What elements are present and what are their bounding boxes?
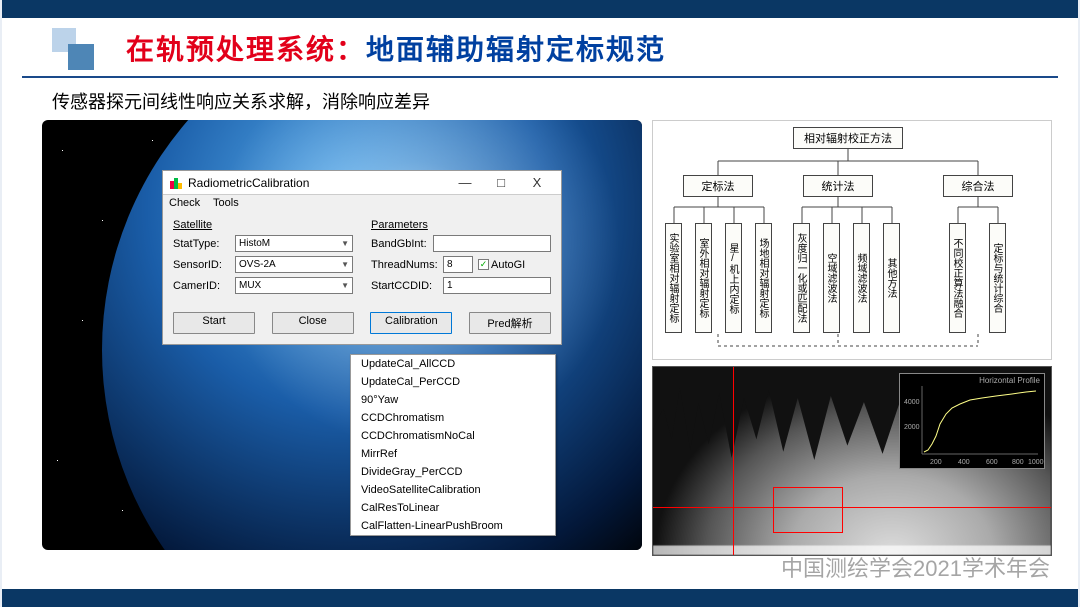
sensorid-combo[interactable]: OVS-2A▼ [235, 256, 353, 273]
title-red: 在轨预处理系统： [126, 34, 366, 65]
threadnums-input[interactable]: 8 [443, 256, 473, 273]
screenshot-area: RadiometricCalibration — □ X Check Tools… [42, 120, 642, 550]
diagram-category: 综合法 [943, 175, 1013, 197]
menu-item[interactable]: DivideGray_PerCCD [351, 463, 555, 481]
diagram-leaf: 室外相对辐射定标 [695, 223, 712, 333]
diagram-leaf: 实验室相对辐射定标 [665, 223, 682, 333]
slide-logo [52, 28, 96, 68]
minimize-button[interactable]: — [447, 175, 483, 190]
menu-item[interactable]: 90°Yaw [351, 391, 555, 409]
start-button[interactable]: Start [173, 312, 255, 334]
autogi-label: AutoGI [491, 259, 525, 271]
menubar: Check Tools [163, 195, 561, 211]
threadnums-label: ThreadNums: [371, 259, 443, 271]
close-window-button[interactable]: X [519, 175, 555, 190]
stattype-combo[interactable]: HistoM▼ [235, 235, 353, 252]
diagram-leaf: 灰度归一化或匹配法 [793, 223, 810, 333]
pred-button[interactable]: Pred解析 [469, 312, 551, 334]
group-params-title: Parameters [371, 219, 551, 231]
method-diagram: 相对辐射校正方法 定标法 统计法 综合法 实验室相对辐射定标 室外相对辐射定标 … [652, 120, 1052, 360]
svg-text:400: 400 [958, 459, 970, 466]
diagram-leaf: 定标与统计综合 [989, 223, 1006, 333]
autogi-checkbox[interactable]: ✓ [478, 259, 489, 270]
title: 在轨预处理系统：地面辅助辐射定标规范 [126, 28, 666, 68]
menu-item[interactable]: MirrRef [351, 445, 555, 463]
menu-item[interactable]: CalFlatten-LinearPushBroom [351, 517, 555, 535]
calibration-dialog: RadiometricCalibration — □ X Check Tools… [162, 170, 562, 345]
svg-text:4000: 4000 [904, 399, 920, 406]
title-blue: 地面辅助辐射定标规范 [366, 34, 666, 65]
subtitle: 传感器探元间线性响应关系求解，消除响应差异 [2, 78, 1078, 120]
app-icon [169, 176, 183, 190]
calibration-button[interactable]: Calibration [370, 312, 452, 334]
menu-item[interactable]: CCDChromatism [351, 409, 555, 427]
menu-item[interactable]: CalResToLinear [351, 499, 555, 517]
dialog-titlebar[interactable]: RadiometricCalibration — □ X [163, 171, 561, 195]
svg-text:800: 800 [1012, 459, 1024, 466]
startccdid-input[interactable]: 1 [443, 277, 551, 294]
bandgbint-label: BandGbInt: [371, 238, 433, 250]
diagram-root: 相对辐射校正方法 [793, 127, 903, 149]
menu-check[interactable]: Check [169, 197, 200, 209]
close-button[interactable]: Close [272, 312, 354, 334]
menu-item[interactable]: UpdateCal_PerCCD [351, 373, 555, 391]
group-satellite-title: Satellite [173, 219, 353, 231]
startccdid-label: StartCCDID: [371, 280, 443, 292]
menu-item[interactable]: CCDChromatismNoCal [351, 427, 555, 445]
svg-text:2000: 2000 [904, 424, 920, 431]
svg-text:200: 200 [930, 459, 942, 466]
waveform-viewer: Horizontal Profile 4000 2000 200 400 600 8… [652, 366, 1052, 556]
menu-item[interactable]: VideoSatelliteCalibration [351, 481, 555, 499]
diagram-category: 定标法 [683, 175, 753, 197]
chevron-down-icon: ▼ [341, 239, 349, 248]
diagram-leaf: 其他方法 [883, 223, 900, 333]
chevron-down-icon: ▼ [341, 260, 349, 269]
camerid-label: CamerID: [173, 280, 235, 292]
profile-plot-label: Horizontal Profile [979, 376, 1040, 385]
stattype-label: StatType: [173, 238, 235, 250]
sensorid-label: SensorID: [173, 259, 235, 271]
diagram-leaf: 场地相对辐射定标 [755, 223, 772, 333]
profile-plot: Horizontal Profile 4000 2000 200 400 600 8… [899, 373, 1045, 469]
camerid-combo[interactable]: MUX▼ [235, 277, 353, 294]
calibration-dropdown: UpdateCal_AllCCD UpdateCal_PerCCD 90°Yaw… [350, 354, 556, 536]
svg-text:1000: 1000 [1028, 459, 1044, 466]
diagram-leaf: 空域滤波法 [823, 223, 840, 333]
diagram-leaf: 频域滤波法 [853, 223, 870, 333]
menu-tools[interactable]: Tools [213, 197, 239, 209]
diagram-leaf: 星/机上内定标 [725, 223, 742, 333]
svg-text:600: 600 [986, 459, 998, 466]
chevron-down-icon: ▼ [341, 281, 349, 290]
dialog-title: RadiometricCalibration [188, 176, 447, 190]
diagram-category: 统计法 [803, 175, 873, 197]
maximize-button[interactable]: □ [483, 175, 519, 190]
diagram-leaf: 不同校正算法融合 [949, 223, 966, 333]
bandgbint-input[interactable] [433, 235, 551, 252]
menu-item[interactable]: UpdateCal_AllCCD [351, 355, 555, 373]
